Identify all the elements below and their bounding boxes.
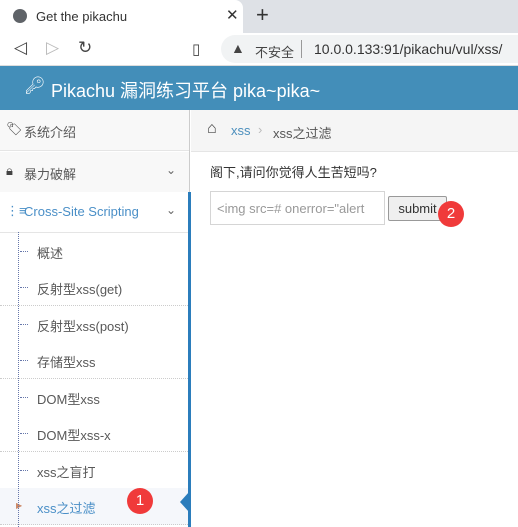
caret-right-icon: ▶: [16, 501, 23, 510]
address-bar[interactable]: ▲ 不安全 10.0.0.133:91/pikachu/vul/xss/: [221, 35, 518, 63]
active-pointer: [180, 492, 189, 512]
subitem-label: xss之过滤: [37, 501, 96, 516]
sidebar-item-xss[interactable]: ⋮≡ Cross-Site Scripting ⌄: [0, 192, 189, 233]
globe-icon: [13, 9, 27, 23]
sidebar-subitem[interactable]: DOM型xss: [0, 379, 188, 416]
key-icon: 🔑︎: [24, 76, 46, 95]
sidebar-item-label: Cross-Site Scripting: [24, 204, 139, 219]
sidebar-item-bruteforce[interactable]: 🔒︎ 暴力破解 ⌄: [0, 152, 189, 193]
chevron-down-icon: ⌄: [166, 163, 177, 177]
tag-icon: 🏷︎: [6, 121, 23, 136]
subitem-label: xss之盲打: [37, 465, 96, 480]
breadcrumb-current: xss之过滤: [273, 126, 332, 141]
subitem-label: 反射型xss(get): [37, 282, 123, 297]
url-text[interactable]: 10.0.0.133:91/pikachu/vul/xss/: [314, 41, 502, 57]
tree-connector: [20, 470, 28, 471]
tree-connector: [20, 397, 28, 398]
subitem-label: 概述: [37, 246, 64, 261]
divider: [301, 40, 302, 58]
reload-icon[interactable]: ↻: [78, 38, 92, 58]
warning-icon: ▲: [231, 40, 245, 56]
tab-title: Get the pikachu: [36, 9, 128, 24]
sidebar-subitem[interactable]: xss之盲打: [0, 452, 188, 489]
tree-line: [18, 232, 19, 527]
sidebar-subitem[interactable]: 反射型xss(get): [0, 269, 188, 306]
sidebar-subitem-active[interactable]: ▶ xss之过滤: [0, 488, 188, 525]
annotation-badge-1: 1: [127, 488, 153, 514]
subitem-label: DOM型xss-x: [37, 428, 111, 443]
sidebar-subitem[interactable]: 反射型xss(post): [0, 306, 188, 343]
sidebar-item-label: 系统介绍: [24, 125, 77, 140]
tab-bar: Get the pikachu ✕ +: [0, 0, 518, 33]
sidebar-subitem[interactable]: 概述: [0, 233, 188, 270]
question-text: 阁下,请问你觉得人生苦短吗?: [210, 165, 377, 180]
app-header: 🔑︎ Pikachu 漏洞练习平台 pika~pika~: [0, 66, 518, 110]
browser-tab[interactable]: Get the pikachu ✕: [0, 0, 243, 33]
breadcrumb-separator: ›: [258, 122, 263, 137]
tree-connector: [20, 324, 28, 325]
annotation-badge-2: 2: [438, 201, 464, 227]
home-icon[interactable]: ⌂: [207, 120, 217, 138]
chevron-down-icon: ⌄: [166, 203, 177, 217]
sidebar-item-intro[interactable]: 🏷︎ 系统介绍: [0, 110, 189, 151]
forward-icon[interactable]: ▷: [46, 38, 59, 58]
active-section-border: [188, 192, 191, 527]
subitem-label: 存储型xss: [37, 355, 96, 370]
message-input[interactable]: [210, 191, 385, 225]
back-icon[interactable]: ◁: [14, 38, 27, 58]
lock-icon: 🔒︎: [6, 163, 13, 178]
tree-connector: [20, 287, 28, 288]
brand-title[interactable]: Pikachu 漏洞练习平台 pika~pika~: [51, 77, 320, 103]
new-tab-icon[interactable]: +: [256, 2, 269, 28]
insecure-label: 不安全: [255, 45, 295, 60]
subitem-label: DOM型xss: [37, 392, 100, 407]
browser-toolbar: ◁ ▷ ↻ ▯ ▲ 不安全 10.0.0.133:91/pikachu/vul/…: [0, 33, 518, 66]
close-icon[interactable]: ✕: [226, 6, 239, 24]
sidebar-subitem[interactable]: DOM型xss-x: [0, 415, 188, 452]
sidebar-subitem[interactable]: 存储型xss: [0, 342, 188, 379]
tree-connector: [20, 360, 28, 361]
subitem-label: 反射型xss(post): [37, 319, 129, 334]
bookmark-icon[interactable]: ▯: [192, 40, 200, 58]
tree-connector: [20, 433, 28, 434]
sidebar-item-label: 暴力破解: [24, 167, 77, 182]
tree-connector: [20, 251, 28, 252]
breadcrumb-link[interactable]: xss: [231, 123, 251, 138]
breadcrumb: ⌂ xss › xss之过滤: [191, 110, 518, 152]
